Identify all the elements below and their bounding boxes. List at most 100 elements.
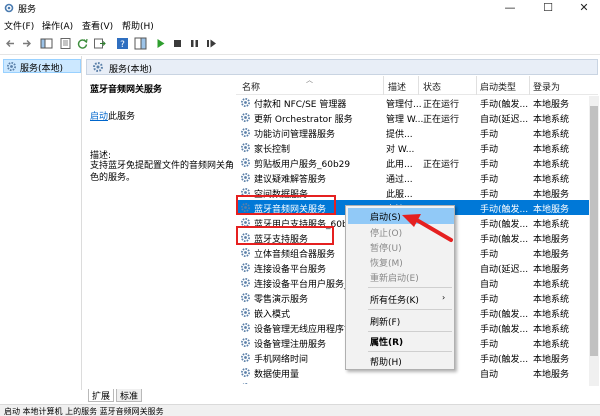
- start-link-line: 启动此服务: [90, 109, 135, 122]
- service-row[interactable]: 家长控制 对 W... 手动 本地系统: [236, 140, 598, 155]
- scrollbar-thumb[interactable]: [590, 106, 598, 356]
- service-row[interactable]: 更新 Orchestrator 服务 管理 W... 正在运行 自动(延迟... 本地系…: [236, 110, 598, 125]
- service-log-on-as: 本地服务: [533, 190, 570, 200]
- status-text: 启动 本地计算机 上的服务 蓝牙音频网关服务: [4, 407, 164, 416]
- status-bar: 启动 本地计算机 上的服务 蓝牙音频网关服务: [0, 404, 600, 416]
- column-header-log-on-as[interactable]: 登录为: [533, 80, 560, 93]
- service-row[interactable]: 剪贴板用户服务_60b29 此用... 正在运行 手动 本地系统: [236, 155, 598, 170]
- tab-extended[interactable]: 扩展: [88, 389, 115, 402]
- column-header-description[interactable]: 描述: [388, 80, 406, 93]
- service-name: 嵌入模式: [254, 310, 291, 320]
- column-divider[interactable]: [418, 76, 419, 95]
- tree-node-services-local[interactable]: 服务(本地): [3, 59, 81, 74]
- service-status: 正在运行: [423, 160, 460, 170]
- service-log-on-as: 本地系统: [533, 340, 570, 350]
- start-service-link[interactable]: 启动: [90, 112, 108, 122]
- close-button[interactable]: ✕: [566, 0, 600, 16]
- service-row[interactable]: 付款和 NFC/SE 管理器 管理付... 正在运行 手动(触发... 本地服务: [236, 95, 598, 110]
- service-row[interactable]: 空间数据服务 此服... 手动 本地服务: [236, 185, 598, 200]
- refresh-icon[interactable]: [76, 37, 89, 50]
- menu-item-refresh[interactable]: 刷新(F): [348, 313, 454, 329]
- menu-item-all-tasks[interactable]: 所有任务(K) ›: [348, 291, 454, 307]
- service-row[interactable]: 功能访问管理器服务 提供... 手动 本地系统: [236, 125, 598, 140]
- back-icon[interactable]: [4, 37, 17, 50]
- gear-icon: [93, 62, 103, 72]
- service-gear-icon: [240, 217, 251, 231]
- service-row[interactable]: 同步主机_60b29 自动(延迟... 本地系统: [236, 380, 598, 384]
- service-gear-icon: [240, 307, 251, 321]
- maximize-button[interactable]: ☐: [530, 0, 566, 16]
- column-header-status[interactable]: 状态: [423, 80, 441, 93]
- service-gear-icon: [240, 127, 251, 141]
- service-name: 更新 Orchestrator 服务: [254, 115, 353, 125]
- service-name: 空间数据服务: [254, 190, 309, 200]
- service-gear-icon: [240, 202, 251, 216]
- menu-item-help-label: 帮助(H): [370, 358, 402, 368]
- menu-item-stop[interactable]: 停止(O): [348, 224, 454, 240]
- tab-standard[interactable]: 标准: [116, 389, 143, 402]
- menu-file[interactable]: 文件(F): [4, 19, 34, 32]
- service-row[interactable]: 建议疑难解答服务 通过... 手动 本地系统: [236, 170, 598, 185]
- export-list-icon[interactable]: [93, 37, 106, 50]
- menu-item-restart-label: 重新启动(E): [370, 274, 419, 284]
- column-header-name[interactable]: 名称: [242, 80, 260, 93]
- menu-item-properties[interactable]: 属性(R): [348, 333, 454, 349]
- service-gear-icon: [240, 247, 251, 261]
- service-name: 功能访问管理器服务: [254, 130, 336, 140]
- column-divider[interactable]: [476, 76, 477, 95]
- service-startup-type: 自动(延迟...: [480, 382, 528, 384]
- console-tree-icon[interactable]: [40, 37, 53, 50]
- service-log-on-as: 本地系统: [533, 295, 570, 305]
- show-hide-icon[interactable]: [134, 37, 147, 50]
- restart-service-icon[interactable]: [205, 37, 218, 50]
- service-name: 建议疑难解答服务: [254, 175, 327, 185]
- menu-item-refresh-label: 刷新(F): [370, 318, 401, 328]
- properties-icon[interactable]: [59, 37, 72, 50]
- service-startup-type: 手动(触发...: [480, 355, 529, 365]
- start-service-icon[interactable]: [154, 37, 167, 50]
- description-text: 支持蓝牙免提配置文件的音频网关角色的服务。: [90, 161, 235, 183]
- service-status: 正在运行: [423, 115, 460, 125]
- service-log-on-as: 本地系统: [533, 220, 570, 230]
- vertical-scrollbar[interactable]: [589, 96, 599, 386]
- menu-item-pause[interactable]: 暂停(U): [348, 239, 454, 255]
- minimize-button[interactable]: —: [492, 0, 528, 16]
- menu-help[interactable]: 帮助(H): [122, 19, 154, 32]
- service-startup-type: 手动: [480, 130, 499, 140]
- service-name: 同步主机_60b29: [254, 382, 323, 384]
- service-gear-icon: [240, 157, 251, 171]
- help-icon[interactable]: ?: [116, 37, 129, 50]
- service-log-on-as: 本地服务: [533, 235, 570, 245]
- stop-service-icon[interactable]: [171, 37, 184, 50]
- service-name: 剪贴板用户服务_60b29: [254, 160, 351, 170]
- pause-service-icon[interactable]: [188, 37, 201, 50]
- menu-item-resume[interactable]: 恢复(M): [348, 254, 454, 270]
- service-startup-type: 手动(触发...: [480, 235, 529, 245]
- column-divider[interactable]: [529, 76, 530, 95]
- forward-icon[interactable]: [20, 37, 33, 50]
- column-divider[interactable]: [383, 76, 384, 95]
- service-log-on-as: 本地系统: [533, 310, 570, 320]
- service-startup-type: 手动: [480, 250, 499, 260]
- menu-item-help[interactable]: 帮助(H): [348, 353, 454, 369]
- service-startup-type: 手动(触发...: [480, 325, 529, 335]
- service-log-on-as: 本地系统: [533, 382, 569, 384]
- service-name: 设备管理注册服务: [254, 340, 327, 350]
- window-title: 服务: [18, 5, 37, 15]
- sort-ascending-icon: ︿: [306, 76, 313, 84]
- service-name: 零售演示服务: [254, 295, 309, 305]
- service-gear-icon: [240, 352, 251, 366]
- service-log-on-as: 本地系统: [533, 160, 570, 170]
- selected-service-name: 蓝牙音频网关服务: [90, 85, 163, 95]
- menu-item-restart[interactable]: 重新启动(E): [348, 269, 454, 285]
- menu-view[interactable]: 查看(V): [82, 19, 113, 32]
- menu-item-start[interactable]: 启动(S): [348, 208, 454, 224]
- service-name: 手机网络时间: [254, 355, 309, 365]
- service-description: 对 W...: [386, 145, 415, 155]
- service-log-on-as: 本地系统: [533, 145, 570, 155]
- menu-separator: [368, 331, 452, 332]
- menu-action[interactable]: 操作(A): [42, 19, 73, 32]
- service-gear-icon: [240, 382, 251, 384]
- column-header-startup-type[interactable]: 启动类型: [480, 80, 516, 93]
- menu-item-resume-label: 恢复(M): [370, 259, 403, 269]
